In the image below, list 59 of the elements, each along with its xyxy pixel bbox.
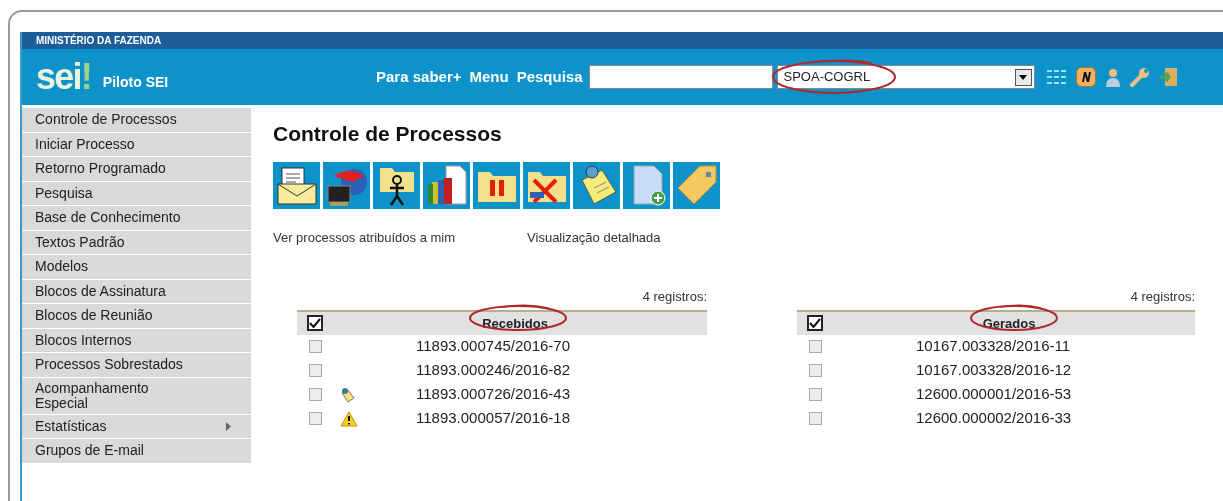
sidebar-item[interactable]: Retorno Programado <box>22 157 251 182</box>
sidebar-item[interactable]: Modelos <box>22 255 251 280</box>
checkbox[interactable] <box>309 340 322 353</box>
checkbox[interactable] <box>309 412 322 425</box>
sidebar-item[interactable]: Base de Conhecimento <box>22 206 251 231</box>
tag-button[interactable] <box>673 161 720 209</box>
checkbox[interactable] <box>807 315 823 331</box>
process-number[interactable]: 11893.000246/2016-82 <box>416 359 571 382</box>
sidebar-item[interactable]: Pesquisa <box>22 181 251 206</box>
column-header: Recebidos <box>482 316 548 331</box>
checkbox[interactable] <box>809 388 822 401</box>
view-link[interactable]: Ver processos atribuídos a mim <box>273 227 456 247</box>
sidebar-item[interactable]: Grupos de E-mail <box>22 439 251 464</box>
envelope-button[interactable] <box>273 161 320 209</box>
sidebar-item[interactable]: Textos Padrão <box>22 230 251 255</box>
folder-cross-button[interactable] <box>523 161 570 209</box>
process-number[interactable]: 12600.000001/2016-53 <box>916 383 1072 406</box>
unit-select[interactable]: SPOA-COGRL <box>776 65 1035 89</box>
sidebar-item[interactable]: Processos Sobrestados <box>22 353 251 378</box>
folder-person-button[interactable] <box>373 161 420 209</box>
sidebar-item[interactable]: Blocos de Reunião <box>22 304 251 329</box>
sidebar-item[interactable]: Acompanhamento Especial <box>22 377 251 415</box>
process-number[interactable]: 11893.000057/2016-18 <box>416 407 571 430</box>
wrench-icon[interactable] <box>1129 67 1150 87</box>
user-icon[interactable] <box>1104 67 1121 87</box>
record-count: 4 registros: <box>642 288 707 306</box>
search-field[interactable] <box>588 65 773 89</box>
checkbox[interactable] <box>309 364 322 377</box>
checkbox[interactable] <box>809 364 822 377</box>
sidebar-item[interactable]: Blocos de Assinatura <box>22 279 251 304</box>
books-document-button[interactable] <box>423 161 470 209</box>
process-number[interactable]: 12600.000002/2016-33 <box>916 407 1072 430</box>
note-icon <box>340 386 356 403</box>
computer-globe-button[interactable] <box>323 161 370 209</box>
checkbox[interactable] <box>309 388 322 401</box>
view-link[interactable]: Visualização detalhada <box>527 227 661 247</box>
system-name: Piloto SEI <box>102 73 169 92</box>
sidebar-item[interactable]: Controle de Processos <box>22 108 251 133</box>
sidebar-item[interactable]: Iniciar Processo <box>22 132 251 157</box>
record-count: 4 registros: <box>1130 288 1195 306</box>
sidebar-item[interactable]: Estatísticas <box>22 414 251 439</box>
ministry-label: MINISTÉRIO DA FAZENDA <box>36 33 162 48</box>
column-header: Gerados <box>982 316 1036 331</box>
list-icon[interactable] <box>1046 69 1067 85</box>
process-number[interactable]: 10167.003328/2016-11 <box>916 335 1071 358</box>
checkbox[interactable] <box>809 340 822 353</box>
process-number[interactable]: 11893.000745/2016-70 <box>416 335 571 358</box>
warning-icon <box>340 410 358 427</box>
process-number[interactable]: 11893.000726/2016-43 <box>416 383 571 406</box>
notes-icon[interactable] <box>1075 67 1096 87</box>
process-number[interactable]: 10167.003328/2016-12 <box>916 359 1072 382</box>
checkbox[interactable] <box>809 412 822 425</box>
new-document-button[interactable] <box>623 161 670 209</box>
page-title: Controle de Processos <box>273 121 503 147</box>
sei-logo: sei! <box>36 59 91 95</box>
folder-pause-button[interactable] <box>473 161 520 209</box>
checkbox[interactable] <box>307 315 323 331</box>
sticky-note-button[interactable] <box>573 161 620 209</box>
sidebar-item[interactable]: Blocos Internos <box>22 328 251 353</box>
